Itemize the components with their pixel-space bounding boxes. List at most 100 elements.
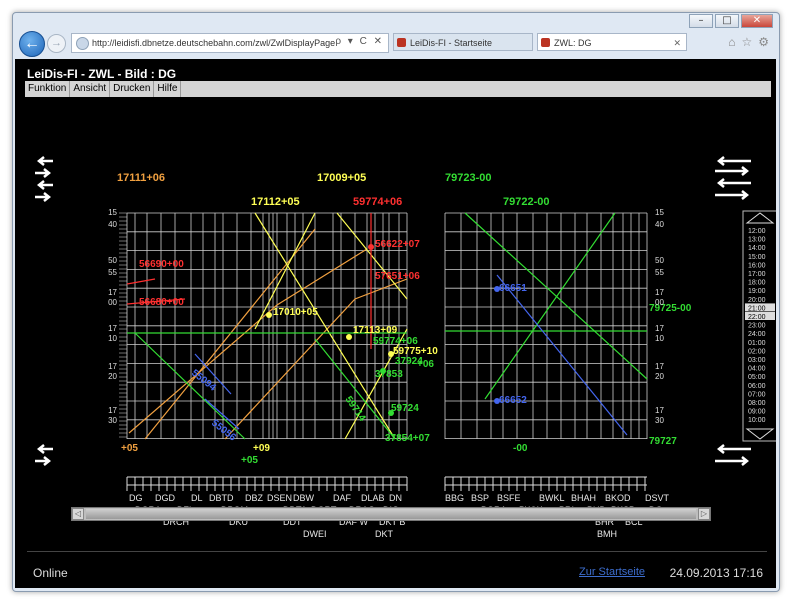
close-window-icon[interactable]: ✕	[741, 14, 773, 28]
station-label: BMH	[597, 529, 617, 539]
url-controls[interactable]: ρ ▾ C ✕	[335, 36, 384, 47]
train-path	[464, 212, 648, 380]
station-label: DSEN	[267, 493, 292, 503]
horizontal-scrollbar[interactable]: ◁ ▷	[71, 507, 711, 521]
train-label: +05	[241, 455, 258, 466]
time-scale-panel[interactable]: 12:00 13:0014:00 15:0016:00 17:00 18:0019:00…	[742, 210, 776, 442]
train-label: 57651+06	[375, 271, 420, 282]
side-time-label: 24:00	[748, 331, 766, 338]
side-time-label: 20:00	[748, 297, 766, 304]
train-label: 55056	[209, 418, 238, 444]
minimize-icon[interactable]: –	[689, 14, 713, 28]
train-label: 56622+07	[375, 239, 420, 250]
time-label: 50	[655, 256, 664, 265]
side-time-label: 16:00	[748, 262, 766, 269]
station-label: DGD	[155, 493, 176, 503]
train-path	[336, 212, 408, 300]
menu-ansicht[interactable]: Ansicht	[70, 81, 111, 97]
train-label: 17112+05	[251, 196, 300, 208]
menu-drucken[interactable]: Drucken	[110, 81, 155, 97]
scroll-right-icon[interactable]: ▷	[698, 508, 710, 520]
left-arrow-buttons[interactable]	[35, 156, 53, 466]
scroll-left-icon[interactable]: ◁	[72, 508, 84, 520]
site-favicon-icon	[76, 37, 89, 50]
menu-hilfe[interactable]: Hilfe	[154, 81, 182, 97]
train-point	[388, 410, 394, 416]
scroll-thumb[interactable]	[86, 509, 696, 519]
side-time-label: 09:00	[748, 409, 766, 416]
tab-favicon-icon	[397, 38, 406, 47]
arrow-icon[interactable]	[715, 456, 750, 466]
station-label: BBG	[445, 493, 464, 503]
train-point	[346, 334, 352, 340]
train-label: 59724	[391, 403, 419, 414]
arrow-icon[interactable]	[35, 192, 52, 202]
arrow-icon[interactable]	[715, 166, 750, 176]
time-label: 40	[655, 220, 664, 229]
station-label: DLAB	[361, 493, 385, 503]
train-path	[484, 212, 616, 400]
settings-gear-icon[interactable]: ⚙	[758, 35, 769, 49]
train-label: +09	[253, 443, 270, 454]
arrow-icon[interactable]	[35, 456, 52, 466]
time-label: 10	[655, 334, 664, 343]
time-label: 15	[655, 208, 664, 217]
time-label: 55	[655, 268, 664, 277]
time-label: 17	[108, 288, 117, 297]
window-controls: – □ ✕	[689, 14, 773, 28]
back-arrow-icon[interactable]: ←	[19, 31, 45, 57]
side-time-label: 07:00	[748, 391, 766, 398]
close-tab-icon[interactable]: ✕	[673, 34, 681, 52]
time-label: 17	[655, 324, 664, 333]
home-icon[interactable]: ⌂	[728, 35, 735, 49]
train-label: 17113+09	[353, 325, 398, 336]
side-time-label: 18:00	[748, 280, 766, 287]
status-datetime: 24.09.2013 17:16	[669, 566, 763, 580]
arrow-icon[interactable]	[35, 168, 52, 178]
station-label: BSP	[471, 493, 489, 503]
train-label: 66651	[499, 283, 527, 294]
time-label: 20	[655, 372, 664, 381]
side-time-label: 15:00	[748, 254, 766, 261]
home-link[interactable]: Zur Startseite	[579, 566, 645, 578]
arrow-icon[interactable]	[716, 156, 751, 166]
status-bar: Online Zur Startseite 24.09.2013 17:16	[27, 551, 767, 582]
station-label: BKOD	[605, 493, 631, 503]
side-time-label: 12:00	[748, 228, 766, 235]
tab-label: LeiDis-FI - Startseite	[410, 38, 493, 48]
side-time-label: 04:00	[748, 366, 766, 373]
train-label: 56680+00	[139, 297, 184, 308]
station-label: BSFE	[497, 493, 521, 503]
arrow-icon[interactable]	[36, 444, 53, 454]
arrow-icon[interactable]	[36, 156, 53, 166]
arrow-icon[interactable]	[715, 190, 750, 200]
train-point	[494, 398, 500, 404]
forward-arrow-icon[interactable]: →	[47, 34, 66, 53]
time-label: 10	[108, 334, 117, 343]
tab-favicon-icon	[541, 38, 550, 47]
time-label: 00	[108, 298, 117, 307]
train-label: 17111+06	[117, 172, 165, 184]
time-label: 15	[108, 208, 117, 217]
train-graph[interactable]: 17111+06 17009+05 17112+05 59774+06 79723-00…	[15, 99, 776, 569]
side-time-label: 06:00	[748, 383, 766, 390]
side-time-label: 05:00	[748, 374, 766, 381]
train-label: 37853	[375, 369, 403, 380]
address-bar[interactable]: http://leidisfi.dbnetze.deutschebahn.com…	[71, 33, 389, 53]
station-label: BWKL	[539, 493, 565, 503]
favorites-star-icon[interactable]: ☆	[741, 35, 752, 49]
arrow-icon[interactable]	[716, 444, 751, 454]
tab-zwl-dg[interactable]: ZWL: DG ✕	[537, 33, 687, 51]
train-label: -00	[513, 443, 528, 454]
train-point	[494, 286, 500, 292]
maximize-icon[interactable]: □	[715, 14, 739, 28]
arrow-icon[interactable]	[36, 180, 53, 190]
station-label: DKT	[375, 529, 394, 539]
side-time-label: 08:00	[748, 400, 766, 407]
time-label: 17	[655, 362, 664, 371]
arrow-icon[interactable]	[716, 178, 751, 188]
time-label: 40	[108, 220, 117, 229]
menu-funktion[interactable]: Funktion	[25, 81, 71, 97]
time-label: 55	[108, 268, 117, 277]
tab-startseite[interactable]: LeiDis-FI - Startseite	[393, 33, 533, 51]
